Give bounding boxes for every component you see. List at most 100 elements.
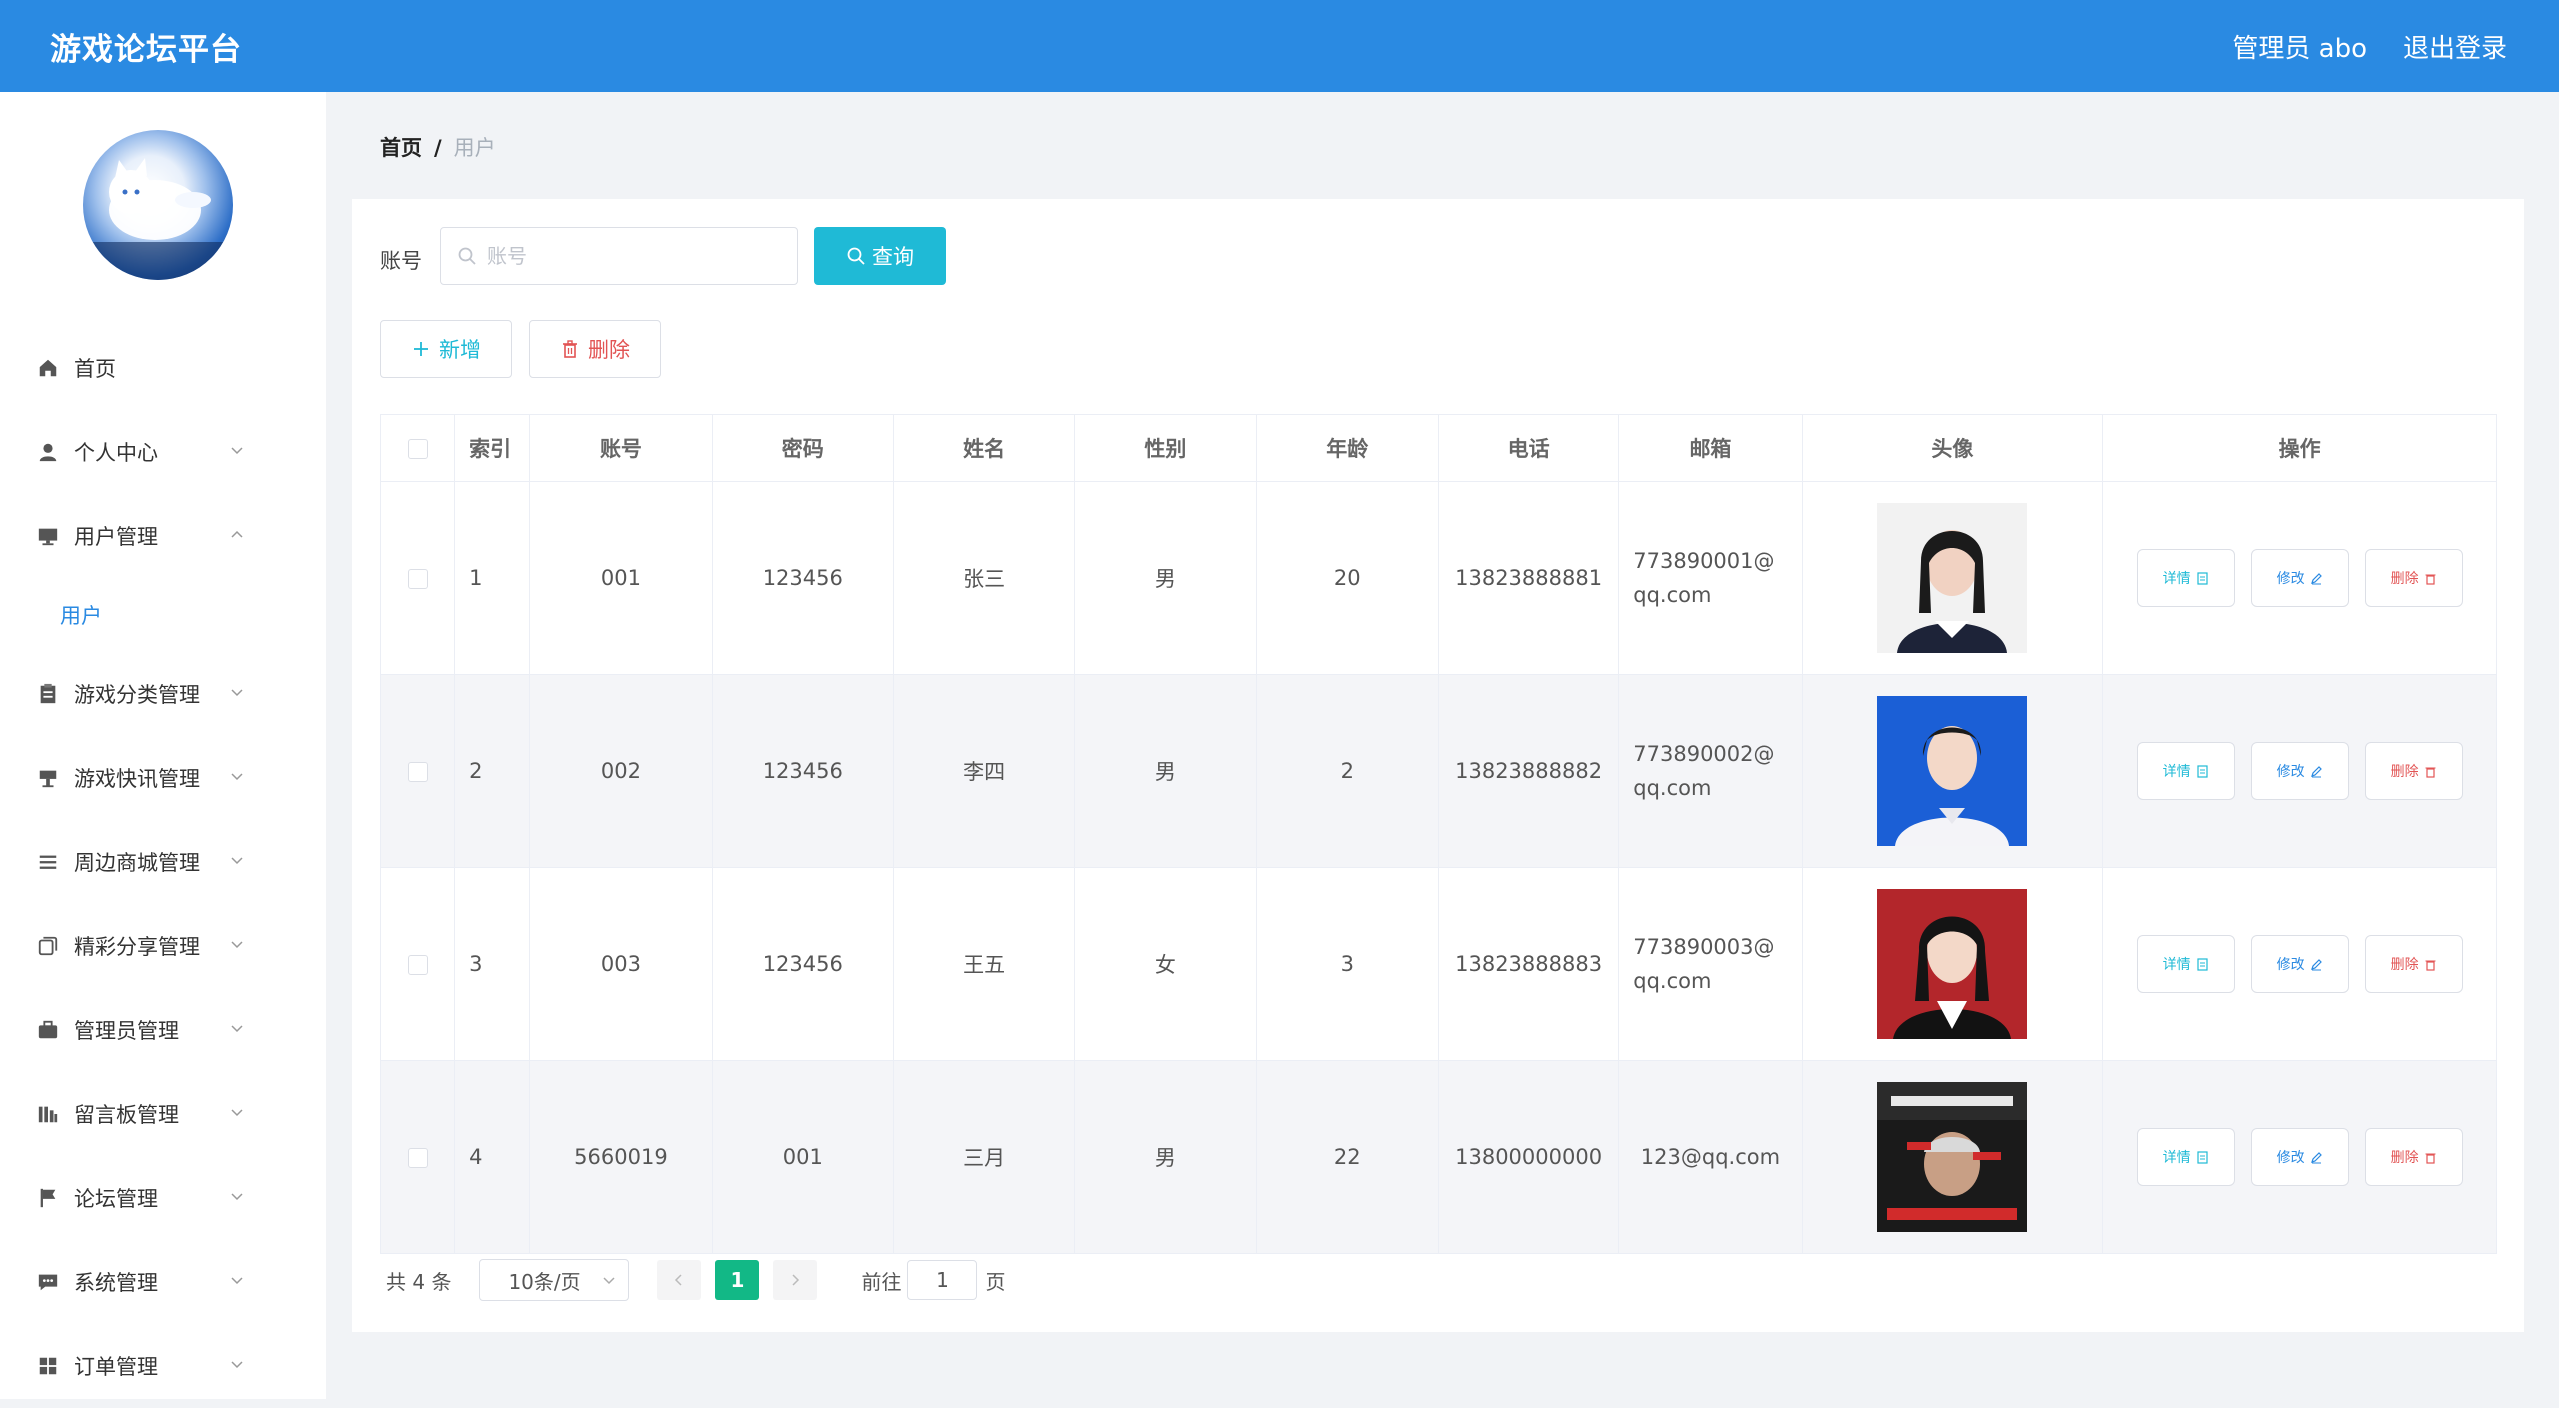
- page-size-select[interactable]: 10条/页: [479, 1259, 630, 1301]
- cell-avatar: [1801, 867, 2104, 1061]
- chevron-right-icon: [792, 1274, 800, 1286]
- user-photo: [1877, 889, 2028, 1039]
- table-row: 2 002 123456 李四 男 2 13823888882 77389000…: [379, 674, 2497, 868]
- cell-age: 22: [1255, 1060, 1439, 1254]
- cell-gender: 男: [1074, 481, 1257, 675]
- cell-email: 123@qq.com: [1618, 1060, 1803, 1254]
- add-button[interactable]: 新增: [380, 320, 512, 378]
- page-number-current[interactable]: 1: [715, 1260, 760, 1300]
- sidebar-item-game-news[interactable]: 游戏快讯管理: [0, 736, 326, 820]
- cell-email: 773890003@qq.com: [1618, 867, 1803, 1061]
- cell-password: 001: [711, 1060, 894, 1254]
- cell-avatar: [1801, 481, 2104, 675]
- delete-button[interactable]: 删除: [2364, 935, 2463, 993]
- pagination-total: 共 4 条: [386, 1269, 452, 1294]
- delete-button[interactable]: 删除: [2364, 549, 2463, 607]
- prev-page-button[interactable]: [657, 1260, 702, 1300]
- document-icon: [2196, 571, 2208, 585]
- sidebar-item-label: 用户管理: [74, 525, 158, 549]
- document-icon: [2196, 1150, 2208, 1164]
- chevron-down-icon: [231, 1361, 243, 1369]
- detail-button[interactable]: 详情: [2136, 1128, 2235, 1186]
- sidebar-item-user-management[interactable]: 用户管理: [0, 494, 326, 578]
- sidebar: 首页 个人中心 用户管理 用户 游戏分类管理 游戏快讯管理 周边商城管理 精彩分…: [0, 92, 326, 1399]
- detail-button[interactable]: 详情: [2136, 935, 2235, 993]
- sidebar-item-game-category[interactable]: 游戏分类管理: [0, 652, 326, 736]
- query-button[interactable]: 查询: [814, 227, 946, 285]
- page-suffix: 页: [985, 1269, 1006, 1294]
- sidebar-item-message-board[interactable]: 留言板管理: [0, 1072, 326, 1156]
- delete-button[interactable]: 删除: [2364, 742, 2463, 800]
- edit-button[interactable]: 修改: [2250, 549, 2349, 607]
- sidebar-item-label: 留言板管理: [74, 1103, 179, 1127]
- goto-page-input[interactable]: [907, 1260, 978, 1300]
- bulk-delete-button[interactable]: 删除: [529, 320, 661, 378]
- edit-label: 修改: [2276, 764, 2305, 780]
- cell-index: 2: [454, 674, 531, 868]
- edit-button[interactable]: 修改: [2250, 742, 2349, 800]
- row-checkbox[interactable]: [379, 674, 456, 868]
- row-checkbox[interactable]: [379, 1060, 456, 1254]
- chevron-down-icon: [231, 1193, 243, 1201]
- app-title: 游戏论坛平台: [50, 32, 242, 68]
- pencil-icon: [2310, 958, 2322, 970]
- edit-button[interactable]: 修改: [2250, 935, 2349, 993]
- grid-icon: [36, 1354, 60, 1378]
- sidebar-item-shop[interactable]: 周边商城管理: [0, 820, 326, 904]
- delete-label: 删除: [2390, 764, 2419, 780]
- cell-avatar: [1801, 674, 2104, 868]
- detail-button[interactable]: 详情: [2136, 549, 2235, 607]
- sidebar-item-orders[interactable]: 订单管理: [0, 1324, 326, 1408]
- edit-label: 修改: [2276, 571, 2305, 587]
- sidebar-item-profile[interactable]: 个人中心: [0, 410, 326, 494]
- cell-password: 123456: [711, 867, 894, 1061]
- top-header-bar: 游戏论坛平台 管理员 abo 退出登录: [0, 0, 2559, 92]
- sidebar-item-home[interactable]: 首页: [0, 326, 326, 410]
- search-label: 账号: [380, 249, 422, 273]
- trash-icon: [2425, 1153, 2436, 1164]
- column-header-avatar: 头像: [1801, 414, 2104, 482]
- detail-button[interactable]: 详情: [2136, 742, 2235, 800]
- breadcrumb-home[interactable]: 首页: [380, 136, 422, 160]
- sidebar-item-label: 周边商城管理: [74, 851, 200, 875]
- sidebar-item-forum[interactable]: 论坛管理: [0, 1156, 326, 1240]
- cell-index: 3: [454, 867, 531, 1061]
- column-header-actions: 操作: [2102, 414, 2497, 482]
- search-field[interactable]: [440, 227, 798, 285]
- cell-password: 123456: [711, 481, 894, 675]
- sidebar-item-share[interactable]: 精彩分享管理: [0, 904, 326, 988]
- admin-user-label[interactable]: 管理员 abo: [2232, 28, 2367, 65]
- search-input[interactable]: [485, 243, 769, 269]
- cell-name: 张三: [892, 481, 1076, 675]
- cell-gender: 男: [1074, 674, 1257, 868]
- sidebar-item-label: 个人中心: [74, 441, 158, 465]
- plus-icon: [414, 342, 428, 356]
- user-photo: [1877, 696, 2028, 846]
- breadcrumb: 首页 / 用户: [380, 132, 496, 162]
- sidebar-item-label: 订单管理: [74, 1355, 158, 1379]
- delete-button[interactable]: 删除: [2364, 1128, 2463, 1186]
- chevron-down-icon: [231, 857, 243, 865]
- row-checkbox[interactable]: [379, 481, 456, 675]
- user-table: 索引 账号 密码 姓名 性别 年龄 电话 邮箱 头像 操作 1 001 1234…: [379, 414, 2497, 1254]
- select-all-checkbox[interactable]: [379, 414, 456, 482]
- sidebar-item-system[interactable]: 系统管理: [0, 1240, 326, 1324]
- row-checkbox[interactable]: [379, 867, 456, 1061]
- user-icon: [36, 440, 60, 464]
- sidebar-item-label: 游戏快讯管理: [74, 767, 200, 791]
- flag-icon: [36, 1186, 60, 1210]
- logout-link[interactable]: 退出登录: [2403, 28, 2507, 65]
- edit-label: 修改: [2276, 1150, 2305, 1166]
- table-row: 1 001 123456 张三 男 20 13823888881 7738900…: [379, 481, 2497, 675]
- table-header-row: 索引 账号 密码 姓名 性别 年龄 电话 邮箱 头像 操作: [379, 414, 2497, 482]
- edit-button[interactable]: 修改: [2250, 1128, 2349, 1186]
- sidebar-subitem-users[interactable]: 用户: [0, 578, 326, 652]
- header-actions: 管理员 abo 退出登录: [2232, 28, 2507, 65]
- content-panel: 账号 查询 新增 删除 索引 账号 密码: [352, 199, 2524, 1332]
- add-button-label: 新增: [439, 338, 481, 362]
- sidebar-item-admins[interactable]: 管理员管理: [0, 988, 326, 1072]
- next-page-button[interactable]: [773, 1260, 818, 1300]
- cell-email: 773890002@qq.com: [1618, 674, 1803, 868]
- column-header-gender: 性别: [1074, 414, 1257, 482]
- sidebar-item-label: 论坛管理: [74, 1187, 158, 1211]
